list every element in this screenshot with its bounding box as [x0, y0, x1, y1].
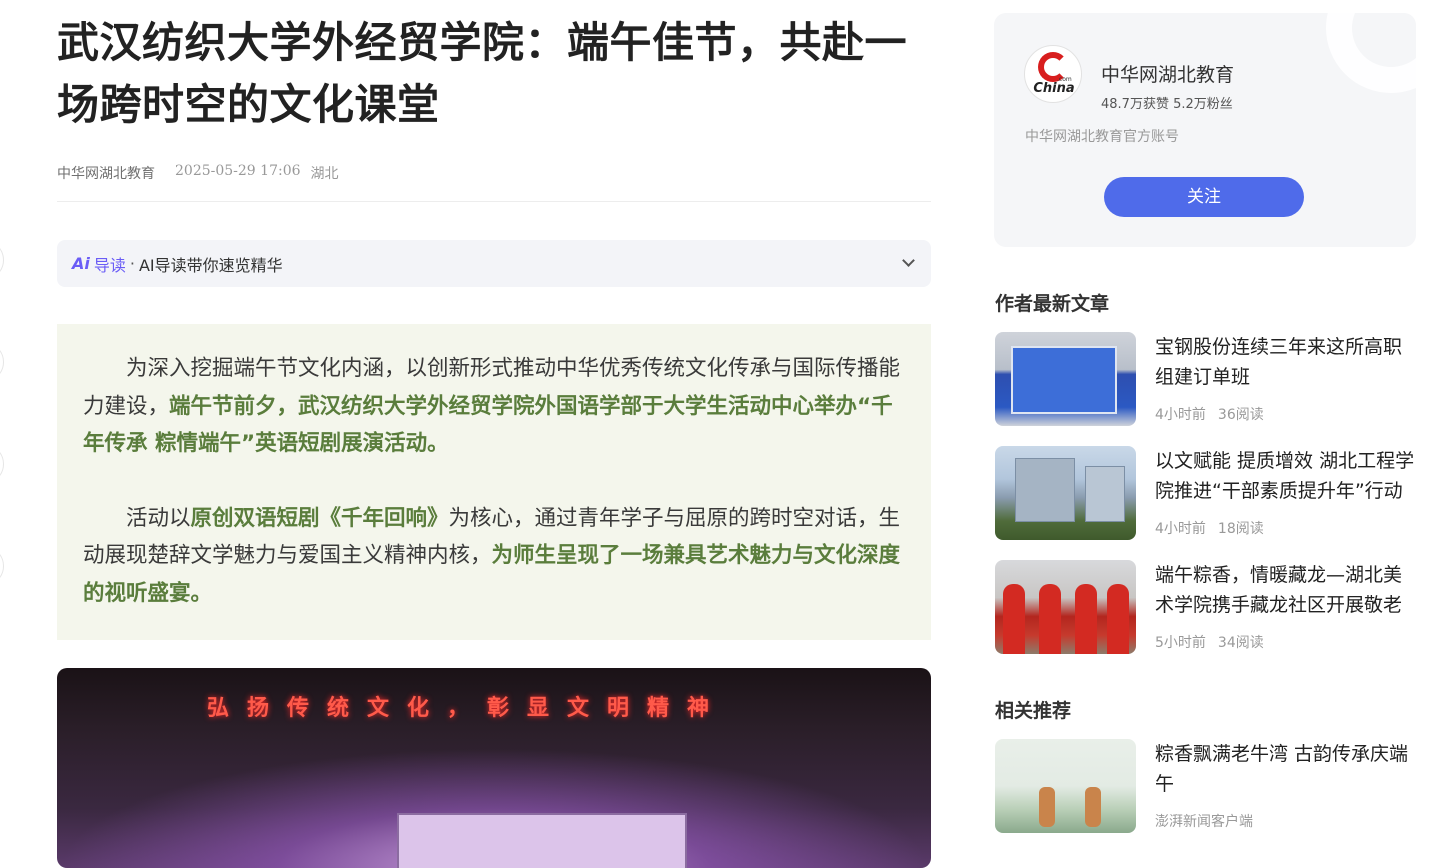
photo-banner-text: 弘扬传统文化，彰显文明精神	[207, 695, 728, 721]
separator-dot: ·	[129, 254, 135, 273]
author-link[interactable]: 中华网湖北教育	[57, 163, 155, 183]
publish-location: 湖北	[310, 166, 339, 182]
article-lead: 为深入挖掘端午节文化内涵，以创新形式推动中华优秀传统文化传承与国际传播能力建设，…	[57, 324, 931, 640]
list-item[interactable]: 端午粽香，情暖藏龙—湖北美术学院携手藏龙社区开展敬老活动 5小时前 34阅读	[995, 560, 1420, 656]
card-decoration	[1326, 13, 1416, 93]
article-thumbnail[interactable]	[995, 332, 1136, 426]
list-item[interactable]: 粽香飘满老牛湾 古韵传承庆端午 澎湃新闻客户端	[995, 739, 1420, 835]
list-item-meta: 4小时前 36阅读	[1155, 404, 1264, 424]
ai-guide-description: AI导读带你速览精华	[138, 255, 283, 275]
side-action-button[interactable]	[0, 342, 4, 382]
article-title: 武汉纺织大学外经贸学院：端午佳节，共赴一场跨时空的文化课堂	[57, 18, 908, 129]
lead-text: 活动以	[126, 505, 191, 531]
list-item[interactable]: 以文赋能 提质增效 湖北工程学院推进“干部素质提升年”行动 4小时前 18阅读	[995, 446, 1420, 542]
stage-screen	[397, 813, 687, 868]
list-item-title[interactable]: 以文赋能 提质增效 湖北工程学院推进“干部素质提升年”行动	[1155, 446, 1419, 506]
list-item-meta: 澎湃新闻客户端	[1155, 811, 1253, 831]
article-meta: 中华网湖北教育 2025-05-29 17:06 湖北	[57, 163, 339, 183]
publish-time: 2025-05-29 17:06	[175, 163, 301, 179]
author-stats: 48.7万获赞 5.2万粉丝	[1101, 97, 1233, 112]
author-name[interactable]: 中华网湖北教育	[1101, 60, 1234, 87]
lead-paragraph: 为深入挖掘端午节文化内涵，以创新形式推动中华优秀传统文化传承与国际传播能力建设，…	[83, 350, 905, 463]
author-description: 中华网湖北教育官方账号	[1025, 129, 1179, 145]
list-item-meta: 4小时前 18阅读	[1155, 518, 1264, 538]
list-item[interactable]: 宝钢股份连续三年来这所高职组建订单班 4小时前 36阅读	[995, 332, 1420, 428]
logo-wordmark: China	[1033, 81, 1075, 96]
article-thumbnail[interactable]	[995, 446, 1136, 540]
article-thumbnail[interactable]	[995, 560, 1136, 654]
follow-button[interactable]: 关注	[1104, 177, 1304, 217]
ai-guide-bar[interactable]: Ai 导读 · AI导读带你速览精华	[57, 240, 931, 287]
list-item-time: 4小时前	[1155, 407, 1206, 423]
article-photo[interactable]: 弘扬传统文化，彰显文明精神	[57, 668, 931, 868]
author-card: .com China 中华网湖北教育 48.7万获赞 5.2万粉丝 中华网湖北教…	[994, 13, 1416, 247]
side-action-button[interactable]	[0, 240, 4, 280]
article-thumbnail[interactable]	[995, 739, 1136, 833]
list-item-title[interactable]: 宝钢股份连续三年来这所高职组建订单班	[1155, 332, 1419, 392]
avatar[interactable]: .com China	[1024, 45, 1082, 103]
list-item-time: 5小时前	[1155, 635, 1206, 651]
divider	[57, 201, 931, 202]
list-item-time: 4小时前	[1155, 521, 1206, 537]
side-action-button[interactable]	[0, 546, 4, 586]
lead-highlight: 端午节前夕，武汉纺织大学外经贸学院外国语学部于大学生活动中心举办“千年传承 粽情…	[83, 393, 893, 457]
related-heading: 相关推荐	[995, 700, 1072, 722]
list-item-reads: 18阅读	[1217, 521, 1264, 537]
list-item-meta: 5小时前 34阅读	[1155, 632, 1264, 652]
list-item-reads: 34阅读	[1217, 635, 1264, 651]
list-item-title[interactable]: 粽香飘满老牛湾 古韵传承庆端午	[1155, 739, 1419, 799]
side-action-button[interactable]	[0, 444, 4, 484]
latest-articles-heading: 作者最新文章	[995, 293, 1110, 315]
lead-paragraph: 活动以原创双语短剧《千年回响》为核心，通过青年学子与屈原的跨时空对话，生动展现楚…	[83, 500, 905, 613]
list-item-source: 澎湃新闻客户端	[1155, 814, 1253, 830]
ai-logo-icon: Ai	[72, 254, 90, 273]
list-item-reads: 36阅读	[1217, 407, 1264, 423]
chevron-down-icon[interactable]	[902, 254, 915, 267]
lead-highlight: 原创双语短剧《千年回响》	[190, 505, 449, 531]
list-item-title[interactable]: 端午粽香，情暖藏龙—湖北美术学院携手藏龙社区开展敬老活动	[1155, 560, 1419, 620]
ai-guide-tag: 导读	[93, 255, 126, 275]
